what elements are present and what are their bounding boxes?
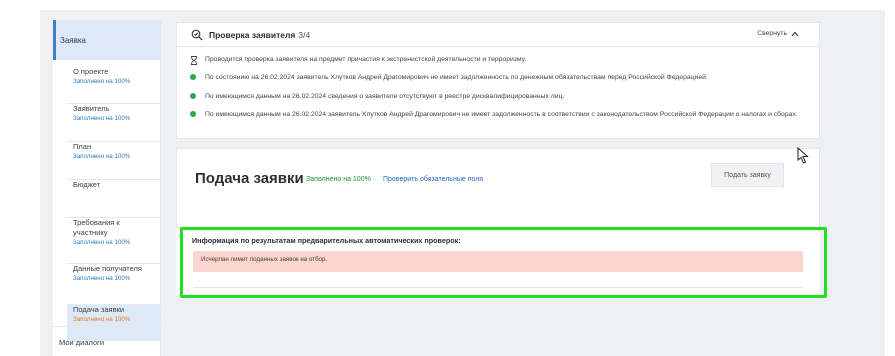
sidebar-item-label: План xyxy=(73,142,92,151)
sidebar-item-status: Заполнено на 100% xyxy=(73,153,131,160)
sidebar-item-label: Подача заявки xyxy=(73,305,125,314)
sidebar-item-plan[interactable]: План Заполнено на 100% xyxy=(67,142,161,180)
sidebar-item-status: Заполнено на 100% xyxy=(73,78,131,85)
sidebar-item-label: Бюджет xyxy=(73,180,101,189)
sidebar-header-label: Заявка xyxy=(60,36,86,45)
sidebar-item-status: Заполнено на 100% xyxy=(73,239,131,246)
check-panel-count: 3/4 xyxy=(298,29,311,40)
highlight-frame xyxy=(180,227,827,298)
sidebar-header-application[interactable]: Заявка xyxy=(53,20,160,60)
collapse-button[interactable]: Свернуть xyxy=(757,30,799,37)
sidebar-item-label: Мои диалоги xyxy=(59,338,105,347)
sidebar-item-recipient-data[interactable]: Данные получателя Заполнено на 100% xyxy=(67,264,161,305)
sidebar-item-applicant[interactable]: Заявитель Заполнено на 100% xyxy=(67,104,161,142)
chevron-up-icon xyxy=(791,31,799,36)
sidebar-item-label: О проекте xyxy=(73,67,109,76)
sidebar-item-status: Заполнено на 100% xyxy=(73,316,131,323)
sidebar-item-about-project[interactable]: О проекте Заполнено на 100% xyxy=(67,67,161,104)
check-row-text: По имеющимся данным на 26.02.2024 заявит… xyxy=(205,111,798,118)
check-row-text: По имеющимся данным на 26.02.2024 сведен… xyxy=(205,93,565,100)
check-dot-icon xyxy=(190,93,198,101)
check-panel-title: Проверка заявителя xyxy=(209,29,296,40)
sidebar-item-label: Заявитель xyxy=(73,104,110,113)
check-dot-icon xyxy=(190,74,198,82)
hourglass-icon xyxy=(190,56,198,68)
check-dot-icon xyxy=(190,111,198,119)
sidebar-nav: Заявка О проекте Заполнено на 100% Заяви… xyxy=(53,20,161,356)
sidebar-item-label: Требования к участнику xyxy=(73,218,120,237)
check-row: По имеющимся данным на 26.02.2024 заявит… xyxy=(190,110,805,119)
check-row: По имеющимся данным на 26.02.2024 сведен… xyxy=(190,92,805,101)
sidebar-item-my-dialogs[interactable]: Мои диалоги xyxy=(53,326,161,347)
completion-status: Заполнено на 100% xyxy=(306,176,371,183)
sidebar-item-budget[interactable]: Бюджет xyxy=(67,180,161,218)
collapse-label: Свернуть xyxy=(757,30,787,37)
sidebar-item-status: Заполнено на 100% xyxy=(73,275,131,282)
sidebar-item-requirements[interactable]: Требования к участнику Заполнено на 100% xyxy=(67,218,161,264)
page-title: Подача заявки xyxy=(195,170,304,187)
sidebar-item-label: Данные получателя xyxy=(73,264,142,273)
check-row-text: Проводится проверка заявителя на предмет… xyxy=(205,56,527,63)
submit-application-button[interactable]: Подать заявку xyxy=(711,163,784,187)
check-required-fields-link[interactable]: Проверить обязательные поля xyxy=(383,176,483,183)
check-row: По состоянию на 26.02.2024 заявитель Хлу… xyxy=(190,73,805,82)
check-row-text: По состоянию на 26.02.2024 заявитель Хлу… xyxy=(205,74,708,81)
sidebar-item-status: Заполнено на 100% xyxy=(73,115,131,122)
mouse-cursor-icon xyxy=(797,147,809,164)
check-panel-header: Проверка заявителя 3/4 Свернуть xyxy=(177,23,819,47)
search-check-icon xyxy=(191,29,203,40)
submission-panel: Подача заявки Заполнено на 100% Проверит… xyxy=(176,148,820,228)
check-row: Проводится проверка заявителя на предмет… xyxy=(190,55,805,68)
